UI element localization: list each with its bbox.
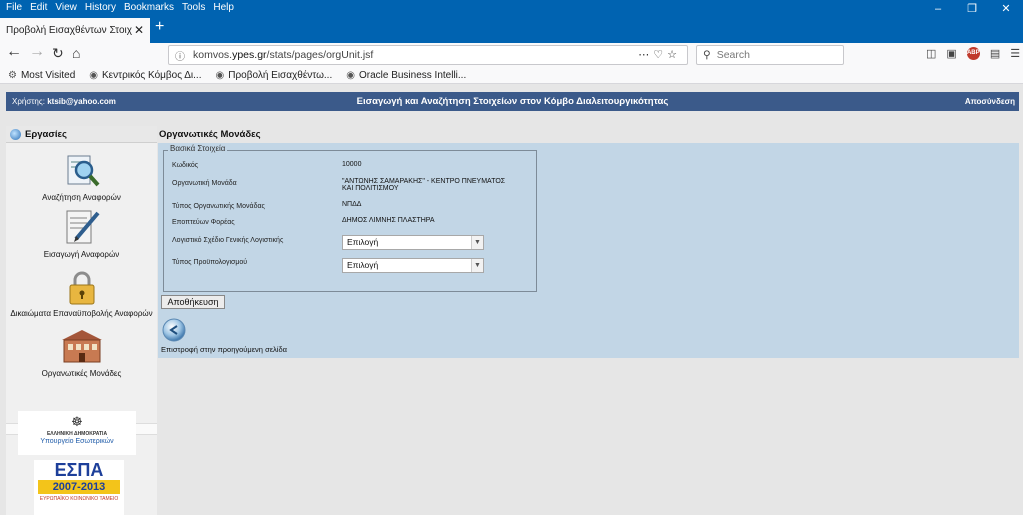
new-tab-icon[interactable]: + <box>155 18 164 36</box>
select-value: Επιλογή <box>347 237 379 247</box>
sidebar-item-label: Δικαιώματα Επαναϋποβολής Αναφορών <box>10 309 153 318</box>
sidebar-heading-label: Εργασίες <box>25 128 67 140</box>
main-panel: Βασικά Στοιχεία Κωδικός 10000 Οργανωτική… <box>158 143 1019 358</box>
bookmark-oracle[interactable]: ◉ Oracle Business Intelli... <box>346 70 466 81</box>
field-label-org-unit: Οργανωτική Μονάδα <box>172 180 237 187</box>
sidebar-item-search-reports[interactable]: Αναζήτηση Αναφορών <box>6 150 157 202</box>
sidebar-item-org-units[interactable]: Οργανωτικές Μονάδες <box>6 326 157 378</box>
menu-tools[interactable]: Tools <box>182 2 205 13</box>
select-value: Επιλογή <box>347 260 379 270</box>
back-link[interactable]: Επιστροφή στην προηγούμενη σελίδα <box>161 345 287 354</box>
bookmark-provoli[interactable]: ◉ Προβολή Εισαχθέντω... <box>216 70 333 81</box>
chevron-down-icon: ▼ <box>471 259 483 272</box>
browser-tab[interactable]: Προβολή Εισαχθέντων Στοιχείων ✕ <box>0 18 150 43</box>
menu-file[interactable]: File <box>6 2 22 13</box>
field-value-org-unit: "ΑΝΤΩΝΗΣ ΣΑΜΑΡΑΚΗΣ" - ΚΕΝΤΡΟ ΠΝΕΥΜΑΤΟΣ Κ… <box>342 178 506 192</box>
url-path: /stats/pages/orgUnit.jsf <box>266 49 374 61</box>
greek-emblem-icon: ☸ <box>71 414 83 429</box>
site-info-icon[interactable]: ⓘ <box>175 48 185 63</box>
bookmark-most-visited[interactable]: ⚙ Most Visited <box>8 70 75 81</box>
field-label-supervisor: Εποπτεύων Φορέας <box>172 219 235 226</box>
menu-help[interactable]: Help <box>213 2 234 13</box>
edit-document-icon <box>66 210 100 244</box>
bookmark-label: Κεντρικός Κόμβος Δι... <box>102 69 202 81</box>
menu-history[interactable]: History <box>85 2 116 13</box>
toolbar-icons: ◫ ▣ ABP ▤ ☰ <box>926 47 1020 60</box>
gear-icon: ⚙ <box>8 69 17 81</box>
field-value-supervisor: ΔΗΜΟΣ ΛΙΜΝΗΣ ΠΛΑΣΤΗΡΑ <box>342 217 435 224</box>
chevron-down-icon: ▼ <box>471 236 483 249</box>
ministry-logo: ☸ ΕΛΛΗΝΙΚΗ ΔΗΜΟΚΡΑΤΙΑ Υπουργείο Εσωτερικ… <box>18 411 136 455</box>
home-icon[interactable]: ⌂ <box>72 45 80 61</box>
page-content: Χρήστης: ktsib@yahoo.com Εισαγωγή και Αν… <box>0 84 1023 515</box>
field-value-org-type: ΝΠΔΔ <box>342 201 362 208</box>
sidebar-item-resubmit-rights[interactable]: Δικαιώματα Επαναϋποβολής Αναφορών <box>6 270 157 318</box>
sidebar-item-label: Αναζήτηση Αναφορών <box>42 193 121 202</box>
fieldset-legend: Βασικά Στοιχεία <box>168 144 228 153</box>
globe-icon: ◉ <box>89 69 98 81</box>
reload-icon[interactable]: ↻ <box>52 45 64 62</box>
sidebar-toggle-icon[interactable]: ▤ <box>990 47 1000 60</box>
back-arrow-icon[interactable] <box>162 318 186 342</box>
gov-logo-line1: ΕΛΛΗΝΙΚΗ ΔΗΜΟΚΡΑΤΙΑ <box>46 431 108 437</box>
bookmark-label: Oracle Business Intelli... <box>358 69 467 81</box>
logout-link[interactable]: Αποσύνδεση <box>965 97 1015 106</box>
url-host: ypes.gr <box>232 49 267 61</box>
save-button[interactable]: Αποθήκευση <box>161 295 225 309</box>
budget-type-select[interactable]: Επιλογή ▼ <box>342 258 484 273</box>
menu-edit[interactable]: Edit <box>30 2 47 13</box>
bookmarks-bar: ⚙ Most Visited ◉ Κεντρικός Κόμβος Δι... ◉ Π… <box>0 67 1023 84</box>
field-label-budget-type: Τύπος Προϋπολογισμού <box>172 259 248 266</box>
menu-bookmarks[interactable]: Bookmarks <box>124 2 174 13</box>
globe-icon: ◉ <box>215 69 225 81</box>
field-label-accounting-plan: Λογιστικό Σχέδιο Γενικής Λογιστικής <box>172 237 284 244</box>
sidebar-heading: Εργασίες <box>6 126 157 143</box>
adblock-icon[interactable]: ABP <box>966 47 980 60</box>
search-icon: ⚲ <box>703 49 711 61</box>
page-title: Οργανωτικές Μονάδες <box>158 126 1019 143</box>
sidebar-item-add-reports[interactable]: Εισαγωγή Αναφορών <box>6 207 157 259</box>
globe-icon <box>10 128 21 140</box>
page-actions-icon[interactable]: ⋯♡☆ <box>638 48 681 61</box>
tab-strip: Προβολή Εισαχθέντων Στοιχείων ✕ + <box>0 14 1023 43</box>
globe-icon: ◉ <box>346 69 355 81</box>
back-icon[interactable]: ← <box>6 43 22 61</box>
menu-bar: File Edit View History Bookmarks Tools H… <box>0 0 1023 14</box>
url-bar[interactable]: ⓘ komvos. ypes.gr/stats/pages/orgUnit.jsf… <box>168 45 688 65</box>
bookmark-label: Προβολή Εισαχθέντω... <box>228 69 333 81</box>
espa-logo: ΕΣΠΑ 2007-2013 ΕΥΡΩΠΑΪΚΟ ΚΟΙΝΩΝΙΚΟ ΤΑΜΕΙ… <box>34 460 124 515</box>
espa-title: ΕΣΠΑ <box>54 460 104 480</box>
bookmark-label: Most Visited <box>20 69 76 81</box>
sidebar: Εργασίες Αναζήτηση Αναφορών Εισαγωγή Ανα… <box>6 126 157 515</box>
tab-title: Προβολή Εισαχθέντων Στοιχείων <box>6 25 132 36</box>
app-header: Χρήστης: ktsib@yahoo.com Εισαγωγή και Αν… <box>6 92 1019 111</box>
sidebar-item-label: Οργανωτικές Μονάδες <box>41 369 122 378</box>
navigation-bar: ← → ↻ ⌂ ⓘ komvos. ypes.gr/stats/pages/org… <box>0 43 1023 67</box>
bookmark-komvos[interactable]: ◉ Κεντρικός Κόμβος Δι... <box>89 70 201 81</box>
basic-info-fieldset: Βασικά Στοιχεία Κωδικός 10000 Οργανωτική… <box>163 144 537 292</box>
search-input[interactable]: ⚲ Search <box>696 45 844 65</box>
hamburger-menu-icon[interactable]: ☰ <box>1010 47 1020 60</box>
library-icon[interactable]: ◫ <box>926 47 936 60</box>
reader-icon[interactable]: ▣ <box>946 47 956 60</box>
building-icon <box>61 330 102 363</box>
espa-years: 2007-2013 <box>38 480 120 494</box>
url-prefix: komvos. <box>193 49 233 61</box>
padlock-icon <box>69 271 94 305</box>
field-label-org-type: Τύπος Οργανωτικής Μονάδας <box>172 203 265 210</box>
sidebar-item-label: Εισαγωγή Αναφορών <box>43 250 120 259</box>
forward-icon[interactable]: → <box>29 43 45 61</box>
search-placeholder: Search <box>716 49 750 61</box>
close-tab-icon[interactable]: ✕ <box>134 23 144 37</box>
app-title: Εισαγωγή και Αναζήτηση Στοιχείων στον Κό… <box>356 96 669 107</box>
accounting-plan-select[interactable]: Επιλογή ▼ <box>342 235 484 250</box>
gov-logo-line2: Υπουργείο Εσωτερικών <box>40 438 114 445</box>
field-value-code: 10000 <box>342 161 362 168</box>
espa-tagline: ΕΥΡΩΠΑΪΚΟ ΚΟΙΝΩΝΙΚΟ ΤΑΜΕΙΟ <box>39 496 119 502</box>
field-label-code: Κωδικός <box>172 162 199 169</box>
menu-view[interactable]: View <box>55 2 77 13</box>
search-reports-icon <box>67 155 99 187</box>
